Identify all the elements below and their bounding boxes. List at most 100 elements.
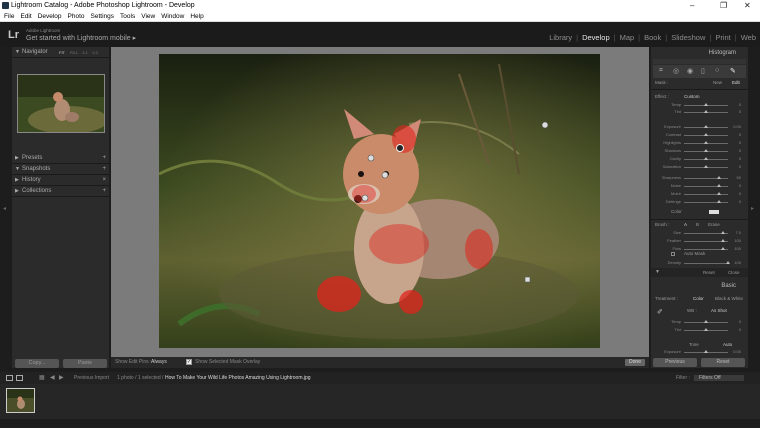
slider-moir-[interactable]: Moiré 0 — [651, 191, 748, 197]
snapshots-header[interactable]: ▼ Snapshots + — [12, 164, 109, 175]
slider-track[interactable] — [684, 194, 728, 195]
navigator-preview[interactable] — [17, 74, 105, 133]
adjustment-brush-icon[interactable]: ✎ — [730, 67, 736, 75]
slider-track[interactable] — [684, 186, 728, 187]
slider-exposure[interactable]: Exposure 0.00 — [651, 124, 748, 130]
module-library[interactable]: Library — [549, 33, 572, 42]
slider-noise[interactable]: Noise 0 — [651, 183, 748, 189]
module-develop[interactable]: Develop — [582, 33, 610, 42]
histogram-header[interactable]: Histogram — [651, 47, 748, 59]
slider-track[interactable] — [684, 263, 728, 264]
menu-window[interactable]: Window — [161, 11, 184, 21]
slider-value[interactable]: 0 — [739, 327, 741, 332]
add-snapshot-icon[interactable]: + — [102, 164, 106, 175]
slider-value[interactable]: 100 — [734, 246, 741, 251]
treatment-bw-button[interactable]: Black & White — [715, 296, 743, 301]
slider-sharpness[interactable]: Sharpness 50 — [651, 175, 748, 181]
slider-value[interactable]: 0 — [739, 109, 741, 114]
slider-thumb[interactable] — [704, 141, 708, 144]
slider-clarity[interactable]: Clarity 0 — [651, 156, 748, 162]
module-book[interactable]: Book — [644, 33, 661, 42]
add-collection-icon[interactable]: + — [102, 186, 106, 197]
left-panel-toggle-icon[interactable]: ◂ — [3, 205, 6, 212]
menu-help[interactable]: Help — [190, 11, 203, 21]
slider-flow[interactable]: Flow 100 — [651, 246, 748, 252]
slider-thumb[interactable] — [704, 157, 708, 160]
menu-photo[interactable]: Photo — [68, 11, 85, 21]
slider-thumb[interactable] — [726, 261, 730, 264]
tone-auto-button[interactable]: Auto — [723, 342, 732, 347]
panel-triangle-icon[interactable]: ▼ — [655, 269, 660, 275]
mobile-promo-link[interactable]: Get started with Lightroom mobile ▸ — [26, 34, 136, 42]
slider-density[interactable]: Density 100 — [651, 260, 748, 266]
done-button[interactable]: Done — [625, 359, 645, 366]
filmstrip-thumbnail[interactable] — [6, 388, 35, 413]
slider-temp[interactable]: Temp 0 — [651, 319, 748, 325]
mask-edit-button[interactable]: Edit — [732, 80, 740, 85]
paste-settings-button[interactable]: Paste — [63, 359, 107, 368]
wb-select[interactable]: As Shot — [711, 308, 727, 313]
slider-value[interactable]: 100 — [734, 260, 741, 265]
zoom-1-1[interactable]: 1:1 — [82, 47, 88, 58]
effect-select[interactable]: Custom — [684, 94, 700, 99]
zoom-1-3[interactable]: 1:3 — [92, 47, 98, 58]
spot-removal-icon[interactable]: ◎ — [673, 67, 679, 75]
slider-value[interactable]: 0 — [739, 164, 741, 169]
radial-filter-icon[interactable]: ○ — [715, 67, 719, 74]
slider-shadows[interactable]: Shadows 0 — [651, 148, 748, 154]
library-grid-icon[interactable]: ▦ — [39, 372, 45, 384]
slider-thumb[interactable] — [704, 110, 708, 113]
slider-temp[interactable]: Temp 0 — [651, 102, 748, 108]
slider-track[interactable] — [684, 202, 728, 203]
right-panel-toggle-icon[interactable]: ▸ — [751, 205, 754, 212]
back-arrow-icon[interactable]: ◀ — [50, 372, 55, 384]
slider-defringe[interactable]: Defringe 0 — [651, 199, 748, 205]
slider-value[interactable]: 0 — [739, 191, 741, 196]
auto-mask-checkbox[interactable] — [671, 252, 675, 256]
slider-thumb[interactable] — [721, 239, 725, 242]
slider-contrast[interactable]: Contrast 0 — [651, 132, 748, 138]
module-web[interactable]: Web — [741, 33, 756, 42]
slider-thumb[interactable] — [717, 192, 721, 195]
slider-value[interactable]: 100 — [734, 238, 741, 243]
history-header[interactable]: ▶ History × — [12, 175, 109, 186]
slider-thumb[interactable] — [704, 149, 708, 152]
clear-history-icon[interactable]: × — [102, 175, 106, 186]
slider-value[interactable]: 0 — [739, 132, 741, 137]
brush-erase-button[interactable]: Erase — [708, 222, 720, 227]
slider-tint[interactable]: Tint 0 — [651, 109, 748, 115]
add-preset-icon[interactable]: + — [102, 153, 106, 164]
filename-label[interactable]: How To Make Your Wild Life Photos Amazin… — [165, 372, 311, 384]
basic-header[interactable]: Basic — [651, 281, 748, 292]
graduated-filter-icon[interactable]: ▯ — [701, 67, 705, 75]
slider-saturation[interactable]: Saturation 0 — [651, 164, 748, 170]
slider-value[interactable]: 0.00 — [733, 349, 741, 354]
slider-thumb[interactable] — [704, 103, 708, 106]
color-swatch[interactable] — [709, 210, 719, 214]
slider-thumb[interactable] — [704, 125, 708, 128]
brush-a-button[interactable]: A — [684, 222, 687, 227]
menu-develop[interactable]: Develop — [38, 11, 62, 21]
slider-value[interactable]: 50 — [737, 175, 741, 180]
menu-view[interactable]: View — [141, 11, 155, 21]
main-photo[interactable] — [159, 54, 600, 348]
slider-thumb[interactable] — [717, 184, 721, 187]
slider-value[interactable]: 0 — [739, 199, 741, 204]
red-eye-icon[interactable]: ◉ — [687, 67, 693, 75]
slider-value[interactable]: 0 — [739, 183, 741, 188]
forward-arrow-icon[interactable]: ▶ — [59, 372, 64, 384]
show-edit-pins-select[interactable]: Always — [151, 357, 167, 368]
previous-import-label[interactable]: Previous Import — [74, 372, 109, 384]
module-slideshow[interactable]: Slideshow — [671, 33, 705, 42]
close-button[interactable]: Close — [728, 270, 740, 275]
slider-value[interactable]: 7.0 — [735, 230, 741, 235]
mask-overlay-checkbox[interactable]: ✓ — [186, 359, 192, 365]
reset-button[interactable]: Reset — [703, 270, 715, 275]
second-window-icon[interactable] — [16, 375, 23, 381]
slider-value[interactable]: 0 — [739, 148, 741, 153]
close-window-button[interactable]: ✕ — [744, 0, 751, 11]
slider-highlights[interactable]: Highlights 0 — [651, 140, 748, 146]
slider-value[interactable]: 0.00 — [733, 124, 741, 129]
brush-b-button[interactable]: B — [696, 222, 699, 227]
module-print[interactable]: Print — [715, 33, 730, 42]
